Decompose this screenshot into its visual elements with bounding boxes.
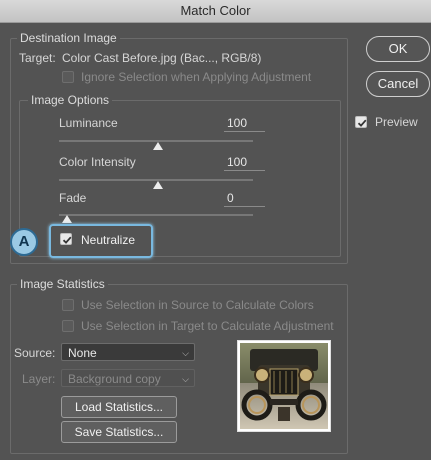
use-target-selection-checkbox[interactable] [62,320,74,332]
fade-field[interactable]: 0 [224,190,265,207]
luminance-slider-thumb[interactable] [153,142,163,150]
luminance-field[interactable]: 100 [224,115,265,132]
use-source-selection-label: Use Selection in Source to Calculate Col… [81,298,314,312]
neutralize-checkbox[interactable] [60,233,72,245]
source-select-value: None [68,346,97,360]
image-statistics-title: Image Statistics [17,277,108,291]
target-label: Target: [19,51,56,65]
color-intensity-slider-thumb[interactable] [153,181,163,189]
ignore-selection-label: Ignore Selection when Applying Adjustmen… [81,70,312,84]
ignore-selection-checkbox[interactable] [62,71,74,83]
window-title: Match Color [180,3,251,18]
layer-label: Layer: [22,372,56,386]
preview-label: Preview [375,115,418,129]
source-select[interactable]: None ⌵ [61,343,195,361]
image-options-title: Image Options [28,93,113,107]
fade-label: Fade [59,191,87,205]
use-target-selection-label: Use Selection in Target to Calculate Adj… [81,319,334,333]
source-thumbnail [237,340,331,432]
checkmark-icon [62,236,72,244]
neutralize-label: Neutralize [81,233,136,247]
preview-checkbox[interactable] [355,116,367,128]
source-label: Source: [14,346,56,360]
vintage-car-image [240,343,328,429]
use-source-selection-checkbox[interactable] [62,299,74,311]
load-statistics-button[interactable]: Load Statistics... [61,396,177,418]
luminance-label: Luminance [59,116,118,130]
chevron-down-icon: ⌵ [182,348,189,358]
layer-select-value: Background copy [68,372,161,386]
fade-slider-track[interactable] [59,214,253,216]
cancel-button[interactable]: Cancel [366,71,430,97]
fade-slider-thumb[interactable] [62,215,72,223]
destination-image-title: Destination Image [17,31,120,45]
color-intensity-field[interactable]: 100 [224,154,265,171]
save-statistics-button[interactable]: Save Statistics... [61,421,177,443]
layer-select[interactable]: Background copy ⌵ [61,369,195,387]
window-title-bar: Match Color [0,0,431,23]
callout-badge: A [10,228,38,256]
chevron-down-icon: ⌵ [182,374,189,384]
color-intensity-label: Color Intensity [59,155,136,169]
checkmark-icon [357,119,367,127]
ok-button[interactable]: OK [366,36,430,62]
target-value: Color Cast Before.jpg (Bac..., RGB/8) [62,51,262,65]
